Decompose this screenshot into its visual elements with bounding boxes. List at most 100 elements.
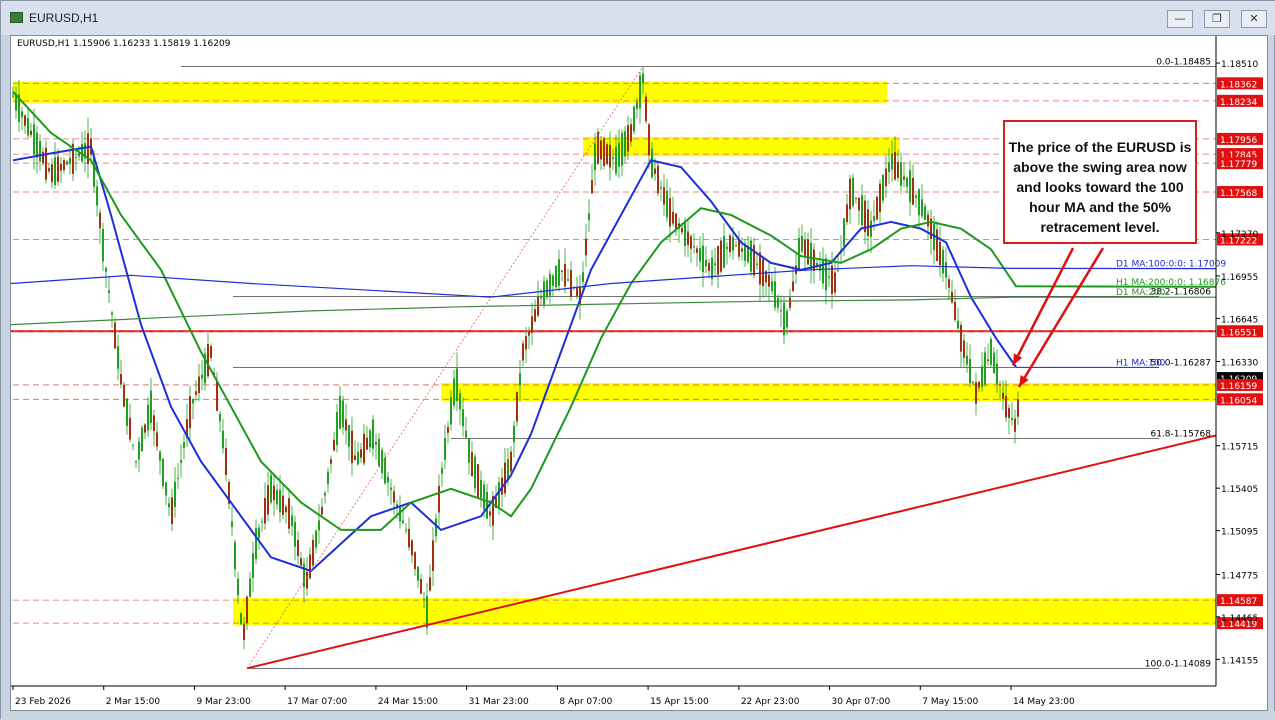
candle-body: [117, 346, 119, 369]
candle-body: [447, 426, 449, 433]
candle-body: [450, 397, 452, 425]
candle-body: [1002, 392, 1004, 399]
candle-body: [924, 206, 926, 220]
x-tick-label: 7 May 15:00: [922, 697, 978, 707]
candle-body: [549, 273, 551, 296]
candle-body: [168, 503, 170, 508]
title-bar[interactable]: EURUSD,H1 — ❐ ✕: [1, 1, 1275, 35]
price-axis: 1.183621.182341.179561.178451.177791.175…: [1215, 36, 1263, 686]
minimize-button[interactable]: —: [1167, 10, 1193, 28]
candle-body: [708, 263, 710, 272]
candle-body: [216, 380, 218, 411]
candle-body: [225, 448, 227, 475]
candle-body: [609, 144, 611, 168]
candle-body: [381, 449, 383, 474]
candle-body: [132, 444, 134, 446]
candle-body: [108, 290, 110, 294]
candle-body: [918, 189, 920, 216]
candle-body: [57, 156, 59, 182]
candle-body: [345, 419, 347, 431]
candle-body: [273, 485, 275, 501]
candle-body: [312, 539, 314, 566]
candle-body: [903, 176, 905, 180]
candle-body: [384, 457, 386, 484]
candle-body: [639, 75, 641, 109]
candle-body: [891, 153, 893, 170]
candle-body: [471, 452, 473, 477]
annotation-note: The price of the EURUSD is above the swi…: [1003, 120, 1197, 244]
symbol-header: EURUSD,H1 1.15906 1.16233 1.15819 1.1620…: [17, 39, 231, 49]
candle-body: [144, 424, 146, 433]
candle-body: [351, 430, 353, 464]
candle-body: [414, 552, 416, 570]
candle-body: [420, 579, 422, 594]
candle-body: [945, 261, 947, 278]
candle-body: [438, 485, 440, 513]
candle-body: [162, 458, 164, 487]
candle-body: [174, 481, 176, 507]
candle-body: [522, 343, 524, 361]
candle-body: [372, 419, 374, 449]
candle-body: [159, 451, 161, 461]
candle-body: [294, 522, 296, 547]
restore-button[interactable]: ❐: [1204, 10, 1230, 28]
candle-body: [453, 378, 455, 406]
highlight-zone: [13, 81, 887, 103]
candle-body: [99, 212, 101, 229]
candle-body: [123, 384, 125, 407]
candle-body: [63, 160, 65, 171]
candle-body: [252, 553, 254, 578]
candle-body: [234, 542, 236, 570]
candle-body: [1005, 395, 1007, 418]
candle-body: [387, 476, 389, 483]
candle-body: [444, 437, 446, 460]
candle-body: [150, 390, 152, 423]
candle-body: [504, 462, 506, 494]
candle-body: [789, 297, 791, 308]
candle-body: [843, 218, 845, 247]
candle-body: [756, 263, 758, 266]
candle-body: [567, 279, 569, 281]
candle-body: [993, 352, 995, 374]
close-button[interactable]: ✕: [1241, 10, 1267, 28]
candle-body: [627, 125, 629, 152]
candle-body: [720, 240, 722, 272]
candle-body: [24, 115, 26, 126]
candle-body: [528, 331, 530, 336]
candle-body: [693, 246, 695, 248]
candle-body: [669, 198, 671, 227]
candle-body: [231, 521, 233, 528]
candle-body: [462, 409, 464, 427]
candle-body: [240, 612, 242, 625]
candle-body: [255, 528, 257, 560]
candle-body: [591, 179, 593, 194]
candle-body: [729, 235, 731, 253]
candle-body: [951, 291, 953, 303]
candle-body: [153, 415, 155, 431]
candle-body: [771, 281, 773, 292]
candle-body: [684, 222, 686, 247]
ma-label: D1 MA:200: [1116, 288, 1166, 298]
candle-body: [525, 336, 527, 350]
candle-body: [807, 239, 809, 265]
candle-body: [783, 302, 785, 336]
candle-body: [60, 163, 62, 171]
y-tick-label: 1.14465: [1221, 614, 1258, 624]
candle-body: [939, 241, 941, 266]
candle-body: [363, 433, 365, 464]
candle-body: [759, 252, 761, 285]
candle-body: [777, 297, 779, 308]
candle-body: [1017, 399, 1019, 417]
candle-body: [339, 395, 341, 429]
candle-body: [681, 227, 683, 233]
candle-body: [768, 274, 770, 287]
candle-body: [459, 392, 461, 410]
y-tick-label: 1.15405: [1221, 485, 1258, 495]
candle-body: [837, 270, 839, 272]
candle-body: [909, 170, 911, 203]
candle-body: [588, 213, 590, 221]
candle-body: [660, 187, 662, 189]
candle-body: [195, 391, 197, 395]
candle-body: [954, 301, 956, 320]
candle-body: [318, 520, 320, 531]
